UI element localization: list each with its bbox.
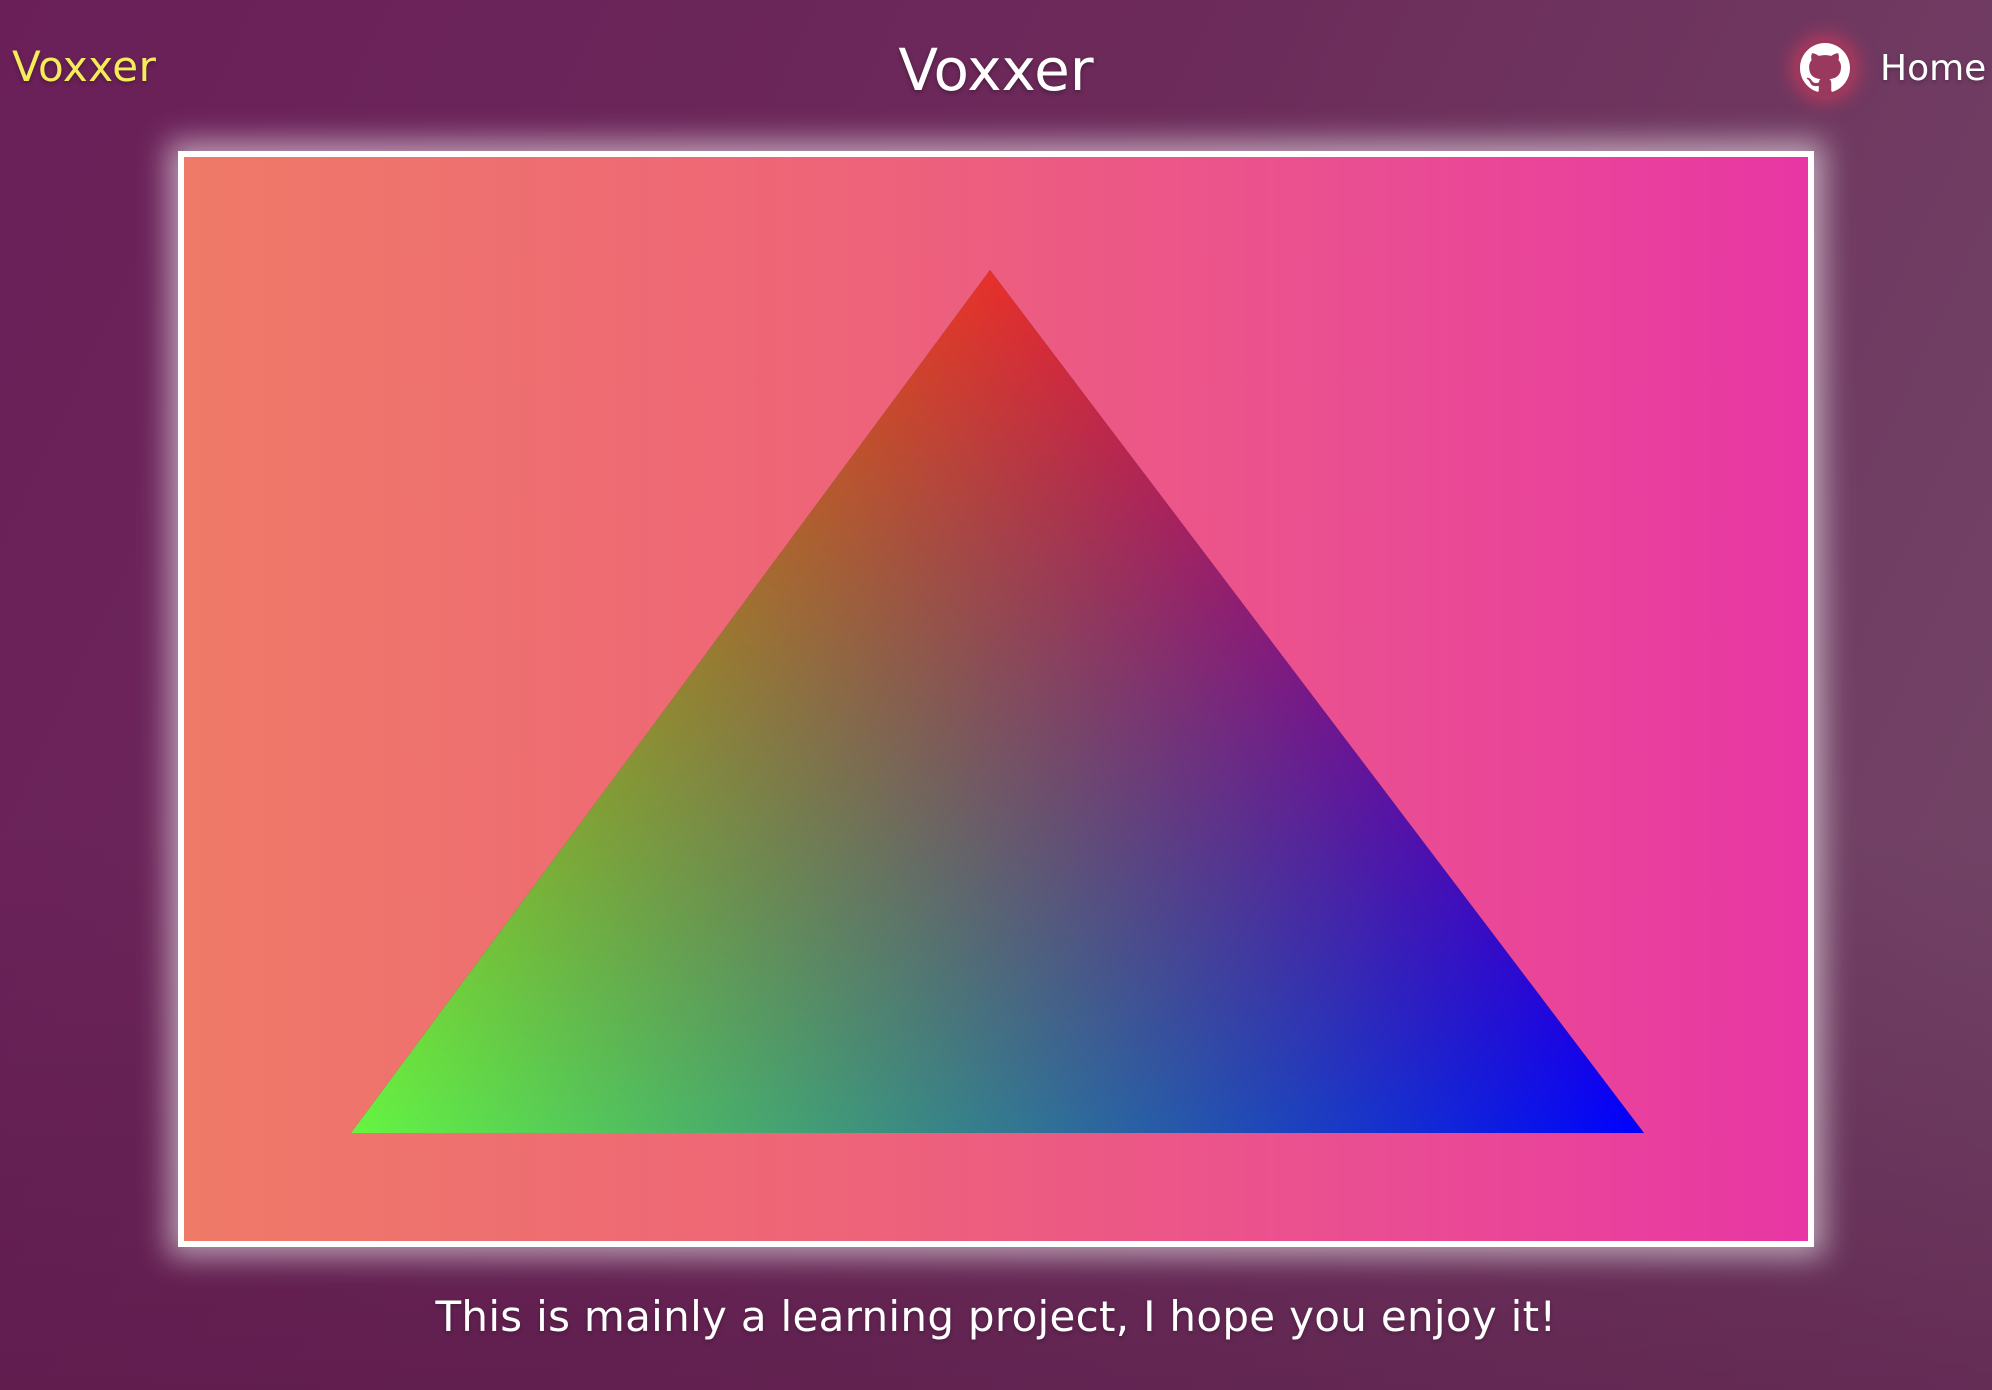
page-title: Voxxer (898, 36, 1094, 104)
triangle-blue-channel (351, 270, 1644, 1133)
github-icon (1800, 43, 1850, 93)
home-link[interactable]: Home (1880, 48, 1986, 89)
webgl-canvas (178, 151, 1814, 1247)
triangle-render (351, 270, 1644, 1133)
footer-message: This is mainly a learning project, I hop… (435, 1292, 1557, 1341)
github-link[interactable] (1797, 40, 1853, 96)
